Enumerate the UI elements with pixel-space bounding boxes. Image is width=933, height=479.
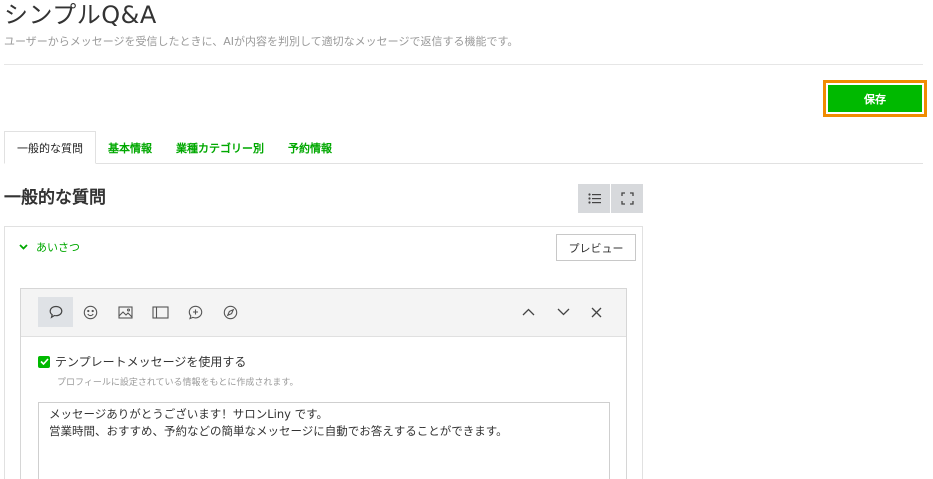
message-editor: テンプレートメッセージを使用する プロフィールに設定されている情報をもとに作成さ… — [20, 288, 627, 479]
qa-item-label: あいさつ — [36, 241, 80, 254]
page-title: シンプルQ&A — [4, 1, 157, 29]
close-icon — [591, 307, 602, 317]
template-checkbox-label: テンプレートメッセージを使用する — [55, 355, 247, 369]
qa-item-panel: あいさつ プレビュー テンプレートメッセージを使用する プロフィールに設定されて… — [4, 226, 643, 479]
add-bubble-tool[interactable] — [178, 297, 213, 327]
message-line: メッセージありがとうございます！サロンLiny です。 — [49, 407, 328, 421]
image-tool[interactable] — [108, 297, 143, 327]
section-title: 一般的な質問 — [4, 188, 106, 208]
remove-message-button[interactable] — [579, 297, 614, 327]
tab-industry-category[interactable]: 業種カテゴリー別 — [164, 131, 276, 164]
chevron-down-icon — [557, 308, 570, 316]
image-icon — [118, 305, 133, 319]
list-view-icon — [587, 193, 601, 204]
add-bubble-icon — [188, 305, 203, 320]
editor-toolbar — [21, 289, 626, 337]
title-divider — [4, 64, 923, 65]
tab-basic-info[interactable]: 基本情報 — [96, 131, 164, 164]
list-view-button[interactable] — [578, 184, 610, 213]
template-checkbox-row: テンプレートメッセージを使用する — [38, 353, 246, 370]
fullscreen-icon — [620, 192, 634, 205]
compass-icon — [223, 305, 238, 319]
card-tool[interactable] — [143, 297, 178, 327]
view-toggle — [578, 184, 643, 213]
tab-bar: 一般的な質問 基本情報 業種カテゴリー別 予約情報 — [4, 131, 923, 164]
fullscreen-button[interactable] — [611, 184, 643, 213]
checkmark-icon — [39, 358, 49, 365]
template-checkbox[interactable] — [38, 355, 50, 368]
text-bubble-icon — [49, 305, 62, 319]
qa-item-toggle[interactable]: あいさつ — [19, 239, 80, 255]
template-hint: プロフィールに設定されている情報をもとに作成されます。 — [57, 378, 299, 388]
message-line: 営業時間、おすすめ、予約などの簡単なメッセージに自動でお答えすることができます。 — [49, 424, 508, 438]
compass-tool[interactable] — [213, 297, 248, 327]
emoji-icon — [83, 305, 98, 319]
card-icon — [152, 305, 169, 319]
message-textarea[interactable]: メッセージありがとうございます！サロンLiny です。 営業時間、おすすめ、予約… — [38, 402, 610, 479]
preview-button[interactable]: プレビュー — [556, 234, 636, 261]
text-bubble-tool[interactable] — [38, 297, 73, 327]
chevron-up-icon — [522, 308, 535, 316]
chevron-down-icon — [19, 244, 28, 250]
save-button-highlight: 保存 — [823, 80, 927, 117]
move-up-button[interactable] — [511, 297, 546, 327]
tab-general-questions[interactable]: 一般的な質問 — [4, 131, 96, 164]
tab-reservation-info[interactable]: 予約情報 — [276, 131, 344, 164]
emoji-tool[interactable] — [73, 297, 108, 327]
move-down-button[interactable] — [546, 297, 581, 327]
page-description: ユーザーからメッセージを受信したときに、AIが内容を判別して適切なメッセージで返… — [4, 35, 519, 48]
save-button[interactable]: 保存 — [828, 85, 922, 112]
